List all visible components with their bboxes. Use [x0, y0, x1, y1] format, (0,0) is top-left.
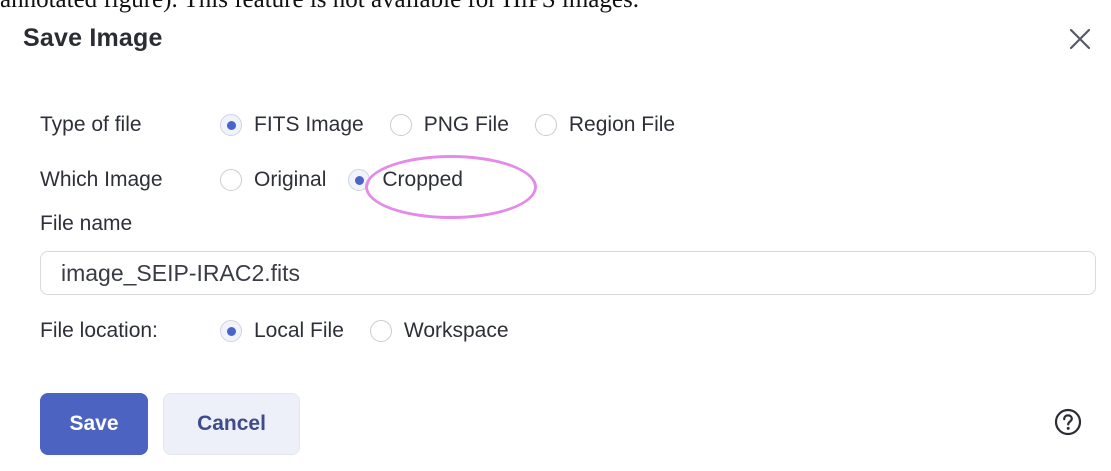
close-icon[interactable]: [1067, 26, 1093, 52]
save-button[interactable]: Save: [40, 393, 148, 455]
radio-label-fits-image: FITS Image: [254, 113, 364, 136]
radio-label-original: Original: [254, 168, 327, 191]
radio-region-file[interactable]: Region File: [534, 113, 676, 137]
type-of-file-radio-group: FITS Image PNG File Region File: [220, 113, 701, 137]
file-location-row: File location: Local File Workspace: [40, 316, 535, 346]
radio-unchecked-icon[interactable]: [534, 114, 557, 136]
radio-checked-icon[interactable]: [220, 114, 242, 136]
dialog-title: Save Image: [23, 24, 163, 52]
radio-label-local-file: Local File: [254, 319, 344, 342]
radio-local-file[interactable]: Local File: [220, 319, 344, 343]
document-caption: annotated figure). This feature is not a…: [0, 0, 639, 14]
which-image-label: Which Image: [40, 168, 163, 191]
radio-original[interactable]: Original: [220, 168, 326, 192]
save-image-dialog: Save Image Type of file FITS Image PNG F…: [0, 14, 1111, 471]
radio-label-cropped: Cropped: [382, 168, 463, 191]
file-location-radio-group: Local File Workspace: [220, 319, 535, 343]
type-of-file-label: Type of file: [40, 113, 142, 136]
radio-label-png-file: PNG File: [423, 113, 509, 136]
radio-label-region-file: Region File: [568, 113, 676, 136]
radio-unchecked-icon[interactable]: [220, 169, 242, 191]
radio-cropped[interactable]: Cropped: [348, 168, 463, 192]
radio-unchecked-icon[interactable]: [369, 320, 392, 342]
cancel-button[interactable]: Cancel: [163, 393, 300, 455]
file-location-label: File location:: [40, 319, 158, 342]
radio-workspace[interactable]: Workspace: [369, 319, 509, 343]
file-name-input[interactable]: [40, 251, 1096, 295]
which-image-radio-group: Original Cropped: [220, 168, 489, 192]
type-of-file-row: Type of file FITS Image PNG File Region …: [40, 110, 701, 140]
help-circle-icon[interactable]: [1054, 408, 1082, 436]
radio-label-workspace: Workspace: [403, 319, 509, 342]
radio-unchecked-icon[interactable]: [389, 114, 412, 136]
radio-png-file[interactable]: PNG File: [389, 113, 509, 137]
document-text-fragment: annotated figure). This feature is not a…: [0, 0, 1111, 14]
file-name-label: File name: [40, 212, 133, 235]
radio-fits-image[interactable]: FITS Image: [220, 113, 364, 137]
radio-checked-icon[interactable]: [348, 169, 371, 191]
which-image-row: Which Image Original Cropped: [40, 165, 489, 195]
radio-checked-icon[interactable]: [220, 320, 242, 342]
